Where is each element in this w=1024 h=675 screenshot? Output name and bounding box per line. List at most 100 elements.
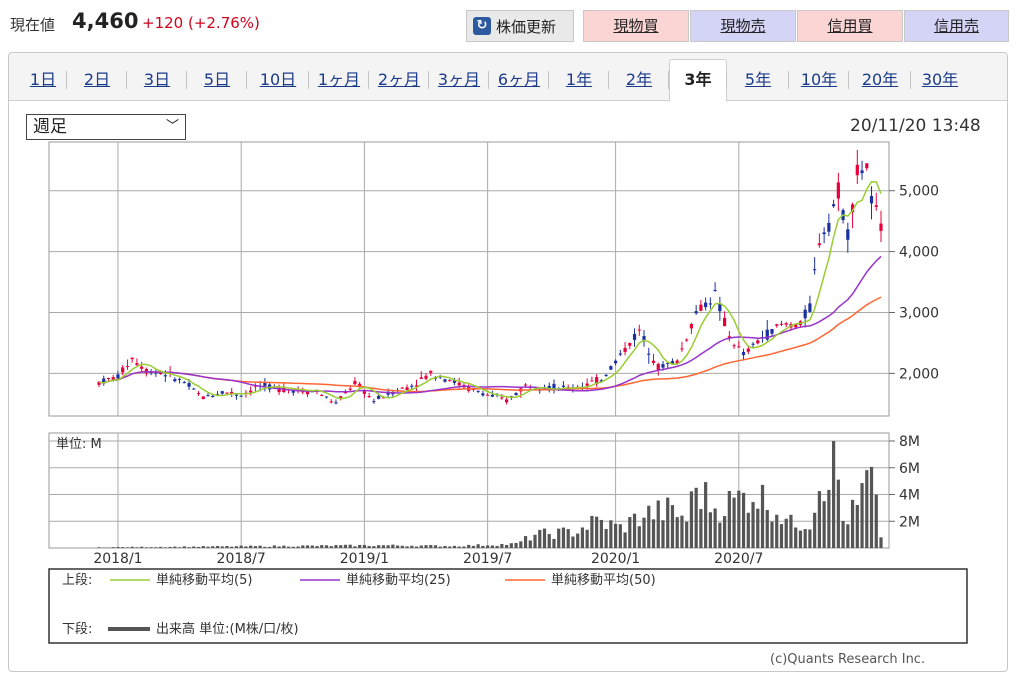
x-tick-label: 2020/7 (714, 551, 763, 567)
volume-bar (348, 544, 352, 548)
candle-body (320, 395, 324, 397)
candle-body (486, 394, 490, 396)
volume-bar (272, 545, 276, 548)
volume-bar (566, 529, 570, 548)
volume-bar (471, 545, 476, 548)
candle-body (770, 329, 774, 334)
candle-body (116, 374, 120, 379)
volume-bar (310, 545, 314, 548)
volume-bar (836, 479, 840, 548)
volume-bar (542, 528, 547, 548)
legend-lower-label: 下段: (62, 622, 92, 637)
volume-bar (609, 520, 613, 548)
candle-body (609, 366, 613, 370)
volume-bar (225, 545, 229, 548)
volume-bar (552, 538, 556, 548)
candle-body (121, 367, 125, 373)
candle-body (561, 385, 566, 387)
volume-bar (599, 519, 603, 548)
volume-bar (177, 547, 182, 548)
volume-bar (770, 521, 774, 548)
candle-body (832, 204, 836, 207)
candle-body (723, 317, 727, 327)
candle-body (685, 339, 689, 341)
volume-bar (220, 546, 224, 548)
volume-bar (196, 546, 201, 548)
volume-bar (576, 533, 580, 548)
price-tick-label: 2,000 (899, 366, 939, 382)
candle-body (865, 163, 869, 169)
volume-bar (670, 505, 675, 548)
candle-body (211, 395, 215, 398)
candle-body (377, 395, 381, 399)
candle-body (879, 223, 883, 231)
volume-bar (813, 512, 817, 548)
volume-bar (685, 521, 689, 548)
volume-bar (249, 545, 253, 548)
candle-body (353, 380, 357, 385)
candle-body (196, 393, 201, 395)
volume-bar (528, 540, 532, 548)
candle-body (348, 388, 352, 390)
volume-bar (547, 534, 551, 548)
volume-bar (277, 546, 281, 548)
volume-bar (424, 545, 428, 548)
volume-bar (504, 544, 509, 548)
candle-body (651, 360, 656, 363)
volume-bar (618, 524, 622, 548)
volume-bar (400, 545, 404, 548)
candle-body (661, 364, 665, 368)
volume-bar (760, 484, 765, 548)
candle-body (106, 378, 111, 380)
x-tick-label: 2018/1 (93, 551, 142, 567)
volume-bar (746, 512, 750, 548)
copyright-credit: (c)Quants Research Inc. (770, 652, 926, 667)
candle-body (419, 377, 423, 379)
candle-body (424, 375, 428, 379)
volume-bar (410, 545, 414, 548)
volume-bar (438, 546, 442, 548)
volume-bar (419, 545, 423, 548)
candle-body (457, 382, 461, 386)
volume-bar (680, 515, 684, 548)
candle-body (125, 366, 130, 368)
candle-body (855, 164, 859, 176)
candle-body (362, 391, 367, 394)
volume-bar (443, 545, 447, 548)
volume-bar (457, 546, 461, 548)
volume-bar (391, 544, 395, 548)
volume-bar (765, 510, 769, 548)
candle-body (860, 170, 864, 174)
candle-body (552, 383, 556, 389)
volume-bar (727, 491, 731, 548)
volume-bar (125, 547, 130, 548)
volume-bar (538, 529, 542, 548)
volume-tick-label: 6M (899, 461, 920, 477)
candle-body (324, 396, 329, 398)
candle-body (111, 377, 115, 380)
volume-bar (637, 526, 641, 548)
volume-bar (590, 515, 594, 548)
candle-body (822, 232, 826, 235)
volume-bar (154, 547, 158, 548)
volume-bar (244, 546, 248, 548)
volume-unit-label: 単位: M (56, 436, 102, 452)
volume-bar (841, 520, 845, 548)
volume-bar (367, 546, 371, 548)
volume-bar (656, 500, 660, 548)
volume-bar (708, 512, 712, 548)
volume-bar (467, 544, 471, 548)
volume-bar (149, 547, 153, 548)
candle-body (817, 243, 821, 246)
candle-body (206, 395, 210, 397)
volume-bar (642, 517, 646, 548)
price-tick-label: 5,000 (899, 184, 939, 200)
candle-body (874, 205, 878, 207)
volume-bar (737, 490, 741, 548)
volume-bar (689, 491, 694, 548)
candle-body (490, 394, 494, 397)
volume-bar (315, 546, 319, 548)
volume-bar (230, 546, 234, 548)
candle-body (481, 393, 485, 396)
volume-bar (215, 546, 220, 548)
